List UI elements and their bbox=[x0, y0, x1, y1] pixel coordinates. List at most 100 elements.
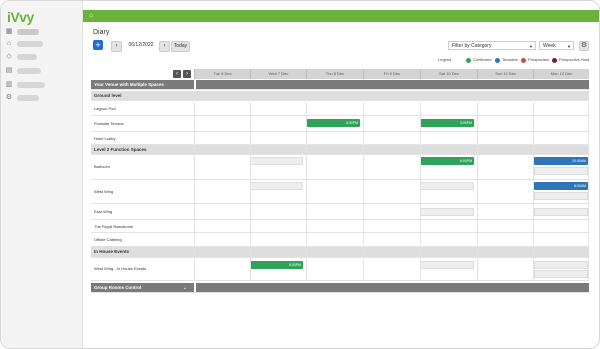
empty-slot[interactable] bbox=[534, 270, 588, 278]
group-rooms-row[interactable]: Group Rooms Control ⌄ bbox=[91, 283, 589, 293]
chevron-down-icon: ▼ bbox=[567, 44, 571, 49]
legend-label: Prospective Hold bbox=[559, 57, 590, 62]
gear-icon: ⚙ bbox=[580, 42, 588, 49]
table-row: Poolside Terrace 6:30PM 3:00PM bbox=[91, 116, 589, 132]
chevron-down-icon[interactable]: ⌄ bbox=[183, 285, 586, 291]
legend-dot-tentative bbox=[495, 58, 500, 63]
nav-item-events[interactable]: ◇ bbox=[5, 53, 80, 61]
day-header: Fri 9 Dec bbox=[363, 69, 420, 79]
app-logo: iVvy bbox=[7, 9, 34, 25]
space-name: Offsite Catering bbox=[94, 237, 122, 242]
booking-tentative[interactable]: 10:00AM bbox=[534, 157, 588, 165]
section-title: Ground level bbox=[94, 93, 122, 98]
settings-button[interactable]: ⚙ bbox=[579, 41, 589, 51]
next-date-button[interactable]: › bbox=[159, 41, 170, 52]
category-filter-value: Filter by Category bbox=[452, 43, 492, 49]
empty-slot[interactable] bbox=[534, 167, 588, 175]
nav-item-label bbox=[17, 41, 43, 47]
section-title: In House Events bbox=[94, 249, 130, 254]
view-value: Week bbox=[543, 43, 556, 49]
space-name: West Wing bbox=[94, 189, 114, 194]
empty-slot[interactable] bbox=[420, 261, 474, 269]
today-button[interactable]: Today bbox=[171, 41, 190, 52]
nav-item-diary[interactable]: ▦ bbox=[5, 28, 80, 36]
venue-row: Your Venue with Multiple Spaces bbox=[91, 80, 589, 90]
previous-date-button[interactable]: ‹ bbox=[111, 41, 122, 52]
legend-label: Confirmed bbox=[473, 57, 492, 62]
table-icon: ▤ bbox=[5, 67, 13, 74]
nav-item-label bbox=[17, 95, 39, 101]
table-row: Ballroom 6:00PM 10:00AM bbox=[91, 155, 589, 180]
chevron-down-icon: ▼ bbox=[529, 44, 533, 49]
side-navigation: iVvy ▦ ⌂ ◇ ▤ ▥ ⚙ bbox=[1, 1, 83, 348]
venue-name: Your Venue with Multiple Spaces bbox=[94, 82, 164, 87]
table-row: Lagoon Pod bbox=[91, 102, 589, 116]
booking-confirmed[interactable]: 6:30PM bbox=[250, 261, 303, 269]
nav-item-reports[interactable]: ▥ bbox=[5, 81, 80, 89]
empty-slot[interactable] bbox=[420, 208, 474, 216]
scroll-right-button[interactable]: › bbox=[183, 70, 191, 78]
booking-confirmed[interactable]: 6:30PM bbox=[306, 119, 360, 127]
section-row[interactable]: Ground level bbox=[91, 91, 589, 101]
home-icon: ⌂ bbox=[6, 40, 12, 47]
nav-item-label bbox=[17, 82, 45, 88]
section-row[interactable]: In House Events bbox=[91, 247, 589, 258]
grid-header: ‹ › Tue 6 Dec Wed 7 Dec Thu 8 Dec Fri 9 … bbox=[91, 69, 589, 79]
nav-item-settings[interactable]: ⚙ bbox=[5, 94, 80, 102]
booking-confirmed[interactable]: 3:00PM bbox=[420, 119, 474, 127]
space-name: Lagoon Pod bbox=[94, 106, 116, 111]
booking-confirmed[interactable]: 6:00PM bbox=[420, 157, 474, 165]
nav-item-label bbox=[17, 54, 37, 60]
table-row: Offsite Catering bbox=[91, 233, 589, 247]
page-title: Diary bbox=[93, 29, 110, 36]
booking-tentative[interactable]: 8:00AM bbox=[534, 182, 588, 190]
legend-label: Tentative bbox=[502, 57, 519, 62]
legend-dot-prospective bbox=[521, 58, 526, 63]
calendar-icon: ▦ bbox=[5, 28, 13, 35]
tag-icon: ◇ bbox=[6, 53, 12, 60]
space-name: Hotel Lobby bbox=[94, 136, 116, 141]
home-icon[interactable]: ⌂ bbox=[89, 12, 97, 20]
nav-item-venue[interactable]: ⌂ bbox=[5, 40, 80, 48]
legend-label: Prospective bbox=[528, 57, 549, 62]
gear-icon: ⚙ bbox=[5, 94, 13, 101]
section-title: Level 2 Function Spaces bbox=[94, 147, 147, 152]
empty-slot[interactable] bbox=[250, 157, 303, 165]
empty-slot[interactable] bbox=[534, 208, 588, 216]
day-header: Wed 7 Dec bbox=[250, 69, 306, 79]
legend-title: Legend bbox=[438, 57, 452, 62]
view-select[interactable]: Week ▼ bbox=[539, 41, 574, 50]
space-name: East Wing bbox=[94, 209, 113, 214]
table-row: East Wing bbox=[91, 204, 589, 220]
empty-slot[interactable] bbox=[534, 261, 588, 269]
empty-slot[interactable] bbox=[534, 192, 588, 200]
space-name: Poolside Terrace bbox=[94, 121, 124, 126]
category-filter-select[interactable]: Filter by Category ▼ bbox=[448, 41, 536, 50]
top-bar: ⌂ bbox=[83, 10, 599, 22]
space-name: West Wing - In House Events bbox=[94, 266, 147, 271]
day-header: Sun 11 Dec bbox=[477, 69, 533, 79]
legend-dot-prospective-hold bbox=[552, 58, 557, 63]
empty-slot[interactable] bbox=[420, 182, 474, 190]
day-header: Thu 8 Dec bbox=[306, 69, 363, 79]
table-row: West Wing - In House Events 6:30PM bbox=[91, 258, 589, 281]
section-row[interactable]: Level 2 Function Spaces bbox=[91, 145, 589, 155]
chart-icon: ▥ bbox=[5, 81, 13, 88]
group-title: Group Rooms Control bbox=[94, 285, 142, 290]
scroll-left-button[interactable]: ‹ bbox=[173, 70, 181, 78]
nav-item-label bbox=[17, 29, 39, 35]
nav-item-label bbox=[17, 68, 41, 74]
space-name: Ballroom bbox=[94, 164, 110, 169]
space-name: The Royal Boardroom bbox=[94, 224, 134, 229]
app-window: iVvy ▦ ⌂ ◇ ▤ ▥ ⚙ ⌂ Diary + ‹ 06/12/2022 … bbox=[0, 0, 600, 349]
empty-slot[interactable] bbox=[250, 182, 303, 190]
table-row: Hotel Lobby bbox=[91, 132, 589, 145]
legend-dot-confirmed bbox=[466, 58, 471, 63]
add-booking-button[interactable]: + bbox=[93, 40, 103, 50]
date-input[interactable]: 06/12/2022 bbox=[125, 41, 157, 50]
table-row: The Royal Boardroom bbox=[91, 220, 589, 233]
day-header: Sat 10 Dec bbox=[420, 69, 477, 79]
table-row: West Wing 8:00AM bbox=[91, 180, 589, 204]
nav-item-bookings[interactable]: ▤ bbox=[5, 67, 80, 75]
day-header: Mon 12 Dec bbox=[533, 69, 589, 79]
